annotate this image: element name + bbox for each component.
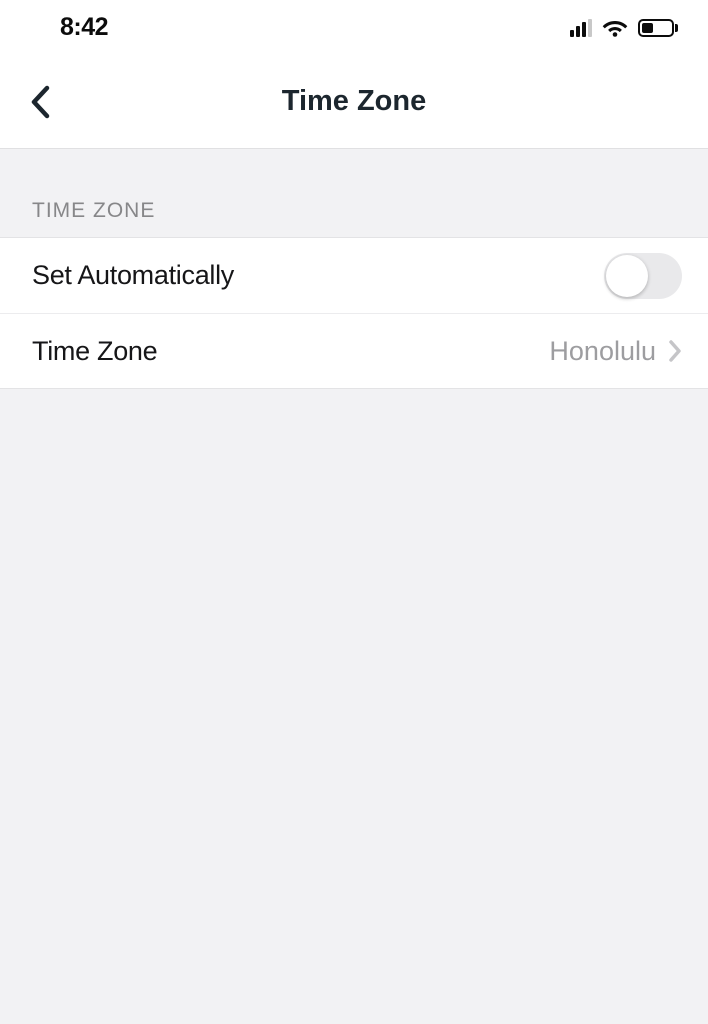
status-time: 8:42 [60,13,108,42]
nav-bar: Time Zone [0,55,708,149]
status-bar: 8:42 [0,0,708,55]
chevron-left-icon [30,85,50,119]
toggle-set-automatically[interactable] [604,253,682,299]
section-header-label: TIME ZONE [32,199,676,223]
section-header: TIME ZONE [0,149,708,237]
row-value: Honolulu [549,336,656,367]
row-right: Honolulu [549,336,682,367]
page-title: Time Zone [282,85,427,118]
row-set-automatically[interactable]: Set Automatically [0,238,708,313]
row-label: Time Zone [32,336,157,367]
back-button[interactable] [20,75,60,129]
row-label: Set Automatically [32,260,234,291]
wifi-icon [602,18,628,37]
battery-icon [638,19,678,37]
cellular-icon [570,19,592,37]
row-time-zone[interactable]: Time Zone Honolulu [0,313,708,388]
settings-list: Set Automatically Time Zone Honolulu [0,237,708,389]
toggle-knob [606,255,648,297]
chevron-right-icon [668,339,682,363]
status-icons [570,18,678,37]
